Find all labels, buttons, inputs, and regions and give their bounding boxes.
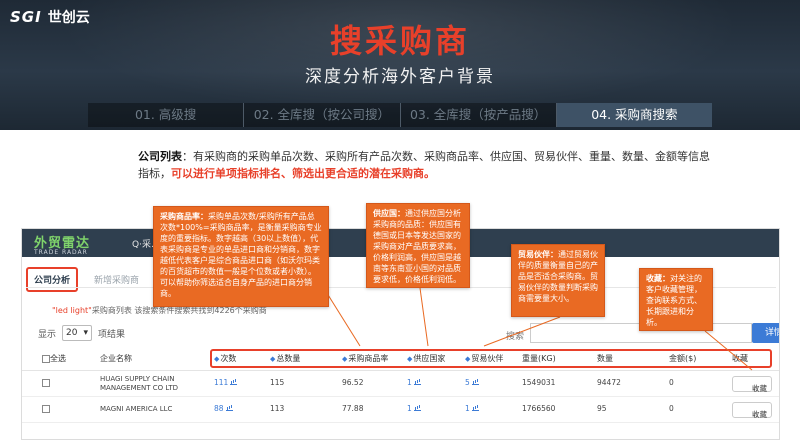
rate-value: 96.52 [342, 378, 364, 387]
step-company-search[interactable]: 02. 全库搜（按公司搜） [244, 103, 401, 127]
weight-value: 1549031 [522, 378, 556, 387]
step-advanced-search[interactable]: 01. 高级搜 [88, 103, 245, 127]
countries-link[interactable]: 1 [407, 371, 421, 395]
total-value: 113 [270, 404, 285, 413]
callout-purchase-rate: 采购商品率：采购单品次数/采购所有产品总次数*100%=采购商品率，是衡量采购商… [153, 206, 329, 307]
qty-value: 94472 [597, 378, 621, 387]
times-link[interactable]: 111 [214, 371, 238, 395]
step-buyer-search[interactable]: 04. 采购商搜索 [556, 103, 712, 127]
partners-link[interactable]: 1 [465, 397, 479, 421]
bar-chart-icon [225, 405, 233, 411]
weight-value: 1766560 [522, 404, 556, 413]
table-row: MAGNI AMERICA LLC 88 113 77.88 1 1 17665… [22, 397, 779, 423]
company-name[interactable]: HUAGI SUPPLY CHAIN MANAGEMENT CO LTD [100, 375, 186, 393]
page-size-row: 显示 20 ▾ 项结果 [38, 325, 125, 341]
bar-chart-icon [471, 405, 479, 411]
callout-favorite: 收藏：对关注的客户收藏管理，查询联系方式、长期跟进和分析。 [639, 268, 713, 331]
bar-chart-icon [413, 379, 421, 385]
hero-banner: SGI 世创云 搜采购商 深度分析海外客户背景 01. 高级搜 02. 全库搜（… [0, 0, 800, 130]
countries-link[interactable]: 1 [407, 397, 421, 421]
checkbox-icon [42, 379, 50, 387]
bar-chart-icon [413, 405, 421, 411]
company-name[interactable]: MAGNI AMERICA LLC [100, 405, 186, 414]
times-link[interactable]: 88 [214, 397, 233, 421]
app-brand: 外贸雷达 TRADE RADAR [34, 232, 90, 256]
callout-title: 供应国： [373, 209, 405, 218]
callout-title: 贸易伙伴： [518, 250, 558, 259]
checkbox-icon [42, 405, 50, 413]
show-suffix: 项结果 [98, 329, 126, 340]
table-row: HUAGI SUPPLY CHAIN MANAGEMENT CO LTD 111… [22, 371, 779, 397]
col-company-name: 企业名称 [100, 354, 132, 363]
qty-value: 95 [597, 404, 607, 413]
page-size-value: 20 [66, 328, 78, 338]
search-label: 搜索 [506, 332, 525, 342]
total-value: 115 [270, 378, 285, 387]
row-checkbox[interactable] [42, 371, 50, 395]
show-label: 显示 [38, 329, 57, 340]
callout-supply-country: 供应国：通过供应国分析采购商的品质：供应国有德国或日本等发达国家的采购商对产品质… [366, 203, 470, 288]
callout-trade-partner: 贸易伙伴：通过贸易伙伴的质量衡量自己的产品是否适合采购商。贸易伙伴的数量判断采购… [511, 244, 605, 317]
header-highlight-box [210, 349, 772, 368]
rate-value: 77.88 [342, 404, 364, 413]
hero-title: 搜采购商 [329, 22, 470, 60]
favorite-button[interactable]: ☆ 收藏 [732, 376, 772, 393]
description: 公司列表：有采购商的采购单品次数、采购所有产品次数、采购商品率、供应国、贸易伙伴… [138, 148, 718, 182]
hero-subtitle: 深度分析海外客户背景 [305, 67, 495, 87]
amount-value: 0 [669, 378, 674, 387]
step-product-search[interactable]: 03. 全库搜（按产品搜） [400, 103, 557, 127]
checkbox-icon [42, 354, 50, 363]
result-text: 采购商列表 该搜索条件搜索共找到4226个采购商 [91, 306, 267, 315]
page-size-select[interactable]: 20 ▾ [62, 325, 93, 341]
description-lead: 公司列表 [138, 150, 182, 163]
callout-title: 收藏： [646, 274, 670, 283]
partners-link[interactable]: 5 [465, 371, 479, 395]
callout-title: 采购商品率： [160, 212, 208, 221]
tab-company-analysis[interactable]: 公司分析 [26, 267, 79, 292]
chevron-down-icon: ▾ [83, 328, 89, 338]
detail-button[interactable]: 详情 [752, 323, 779, 343]
brand-en: TRADE RADAR [34, 249, 88, 256]
callout-text: 采购单品次数/采购所有产品总次数*100%=采购商品率，是衡量采购商专业度的重要… [160, 212, 322, 298]
favorite-button[interactable]: ☆ 收藏 [732, 402, 772, 419]
app-tabs: 公司分析 新增采购商 [26, 267, 145, 292]
step-tabs: 01. 高级搜 02. 全库搜（按公司搜） 03. 全库搜（按产品搜） 04. … [88, 103, 712, 127]
description-highlight: 可以进行单项指标排名、筛选出更合适的潜在采购商。 [171, 167, 435, 180]
callout-text: 通过供应国分析采购商的品质：供应国有德国或日本等发达国家的采购商对产品质要求高，… [373, 209, 461, 284]
row-checkbox[interactable] [42, 397, 50, 421]
bar-chart-icon [471, 379, 479, 385]
amount-value: 0 [669, 404, 674, 413]
result-query: "led light" [52, 306, 92, 315]
bar-chart-icon [230, 379, 238, 385]
select-all[interactable]: 全选 [42, 347, 66, 371]
